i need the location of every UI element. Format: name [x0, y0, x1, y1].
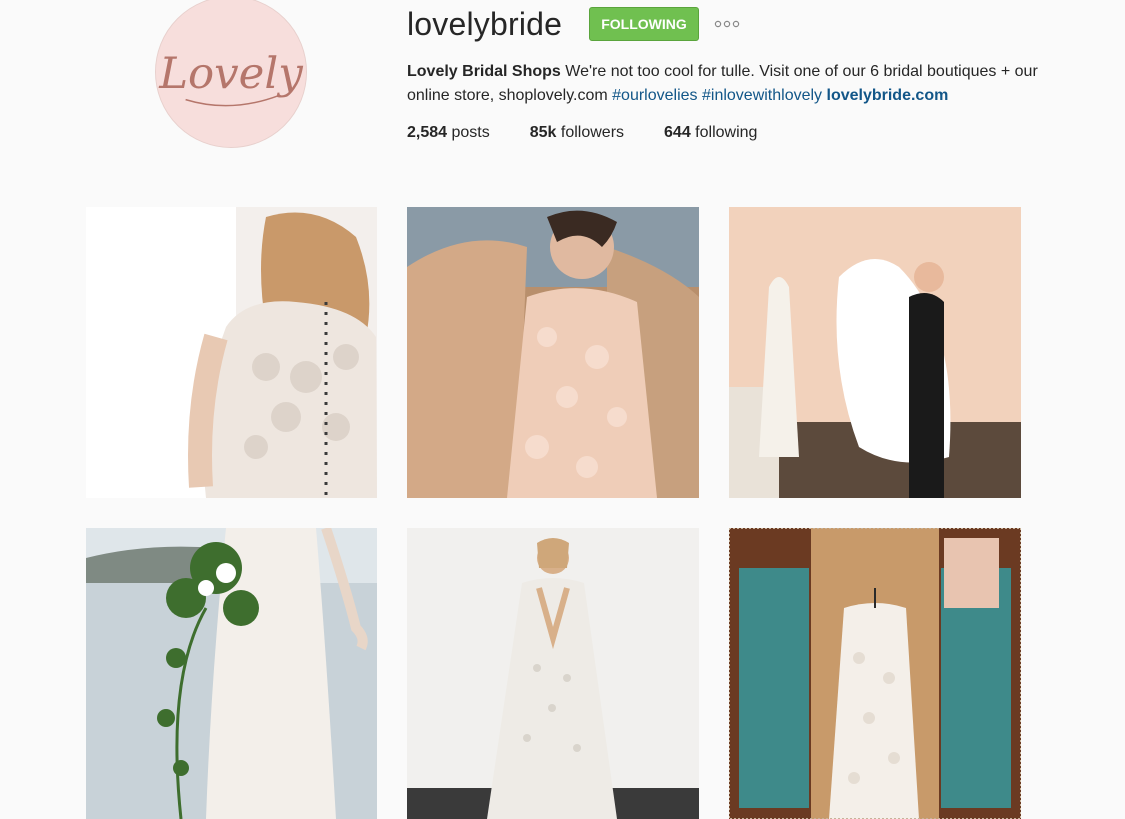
post-thumbnail-2[interactable]: [407, 207, 699, 498]
hashtag-ourlovelies[interactable]: #ourlovelies: [612, 87, 697, 104]
profile-username: lovelybride: [407, 6, 563, 42]
stat-posts: 2,584 posts: [407, 121, 490, 145]
post-thumbnail-5[interactable]: [407, 528, 699, 819]
post-thumbnail-6[interactable]: [729, 528, 1021, 819]
post-thumbnail-4[interactable]: [86, 528, 377, 819]
posts-count: 2,584: [407, 124, 448, 141]
lovely-logo: Lovely: [156, 0, 306, 147]
followers-count: 85k: [529, 124, 557, 141]
profile-stats: 2,584 posts 85k followers 644 following: [407, 121, 797, 145]
more-options-icon[interactable]: [712, 16, 742, 32]
posts-label: posts: [447, 124, 490, 141]
avatar-logo-text: Lovely: [158, 49, 303, 99]
post-thumbnail-1[interactable]: [86, 207, 377, 498]
following-label: following: [690, 124, 758, 141]
following-button[interactable]: FOLLOWING: [589, 7, 699, 41]
following-count: 644: [664, 124, 691, 141]
profile-bio: Lovely Bridal Shops We're not too cool f…: [407, 60, 1047, 108]
post-grid: [86, 207, 1021, 819]
profile-avatar[interactable]: Lovely: [155, 0, 307, 148]
hashtag-inlovewithlovely[interactable]: #inlovewithlovely: [702, 87, 822, 104]
bio-name: Lovely Bridal Shops: [407, 63, 561, 80]
website-link[interactable]: lovelybride.com: [827, 87, 949, 104]
stat-followers[interactable]: 85k followers: [530, 121, 624, 145]
stat-following[interactable]: 644 following: [664, 121, 757, 145]
followers-label: followers: [556, 124, 625, 141]
post-thumbnail-3[interactable]: [729, 207, 1021, 498]
